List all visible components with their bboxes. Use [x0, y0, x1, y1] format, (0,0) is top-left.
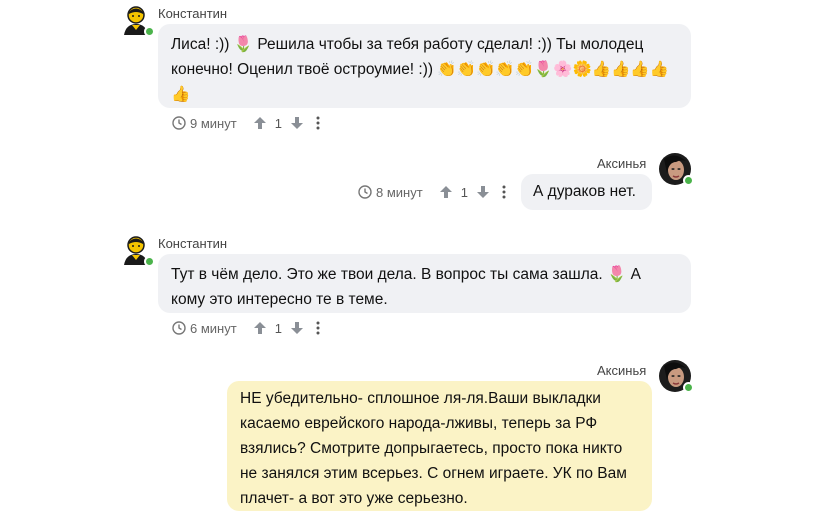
avatar-konstantin[interactable] — [120, 234, 155, 267]
author-name[interactable]: Аксинья — [597, 363, 646, 378]
arrow-up-icon[interactable] — [253, 321, 267, 335]
message-bubble: Тут в чём дело. Это же твои дела. В вопр… — [158, 254, 691, 313]
author-name[interactable]: Константин — [158, 6, 227, 21]
vertical-dots-icon[interactable] — [502, 185, 506, 199]
clock-icon — [172, 321, 186, 335]
avatar-aksinya[interactable] — [659, 360, 694, 393]
message-text: Тут в чём дело. Это же твои дела. В вопр… — [171, 266, 641, 308]
online-indicator — [683, 175, 694, 186]
message-bubble: А дураков нет. — [521, 174, 652, 210]
arrow-down-icon[interactable] — [290, 321, 304, 335]
message-meta: 8 минут 1 — [358, 183, 506, 201]
online-indicator — [144, 256, 155, 267]
message-bubble: НЕ убедительно- сплошное ля-ля.Ваши выкл… — [227, 381, 652, 511]
vote-count: 1 — [274, 115, 282, 131]
arrow-up-icon[interactable] — [439, 185, 453, 199]
vertical-dots-icon[interactable] — [316, 321, 320, 335]
message-text: НЕ убедительно- сплошное ля-ля.Ваши выкл… — [240, 390, 627, 507]
online-indicator — [683, 382, 694, 393]
avatar-aksinya[interactable] — [659, 153, 694, 186]
avatar-konstantin[interactable] — [120, 4, 155, 37]
author-name[interactable]: Аксинья — [597, 156, 646, 171]
message-bubble: Лиса! :)) 🌷 Решила чтобы за тебя работу … — [158, 24, 691, 108]
vote-count: 1 — [274, 320, 282, 336]
clock-icon — [172, 116, 186, 130]
message-text: А дураков нет. — [533, 183, 636, 200]
message-time: 9 минут — [190, 115, 237, 131]
vote-count: 1 — [460, 184, 468, 200]
arrow-down-icon[interactable] — [290, 116, 304, 130]
message-meta: 9 минут 1 — [172, 114, 320, 132]
message-time: 6 минут — [190, 320, 237, 336]
clock-icon — [358, 185, 372, 199]
arrow-up-icon[interactable] — [253, 116, 267, 130]
arrow-down-icon[interactable] — [476, 185, 490, 199]
author-name[interactable]: Константин — [158, 236, 227, 251]
message-text: Лиса! :)) 🌷 Решила чтобы за тебя работу … — [171, 36, 669, 103]
message-meta: 6 минут 1 — [172, 319, 320, 337]
vertical-dots-icon[interactable] — [316, 116, 320, 130]
online-indicator — [144, 26, 155, 37]
message-time: 8 минут — [376, 184, 423, 200]
